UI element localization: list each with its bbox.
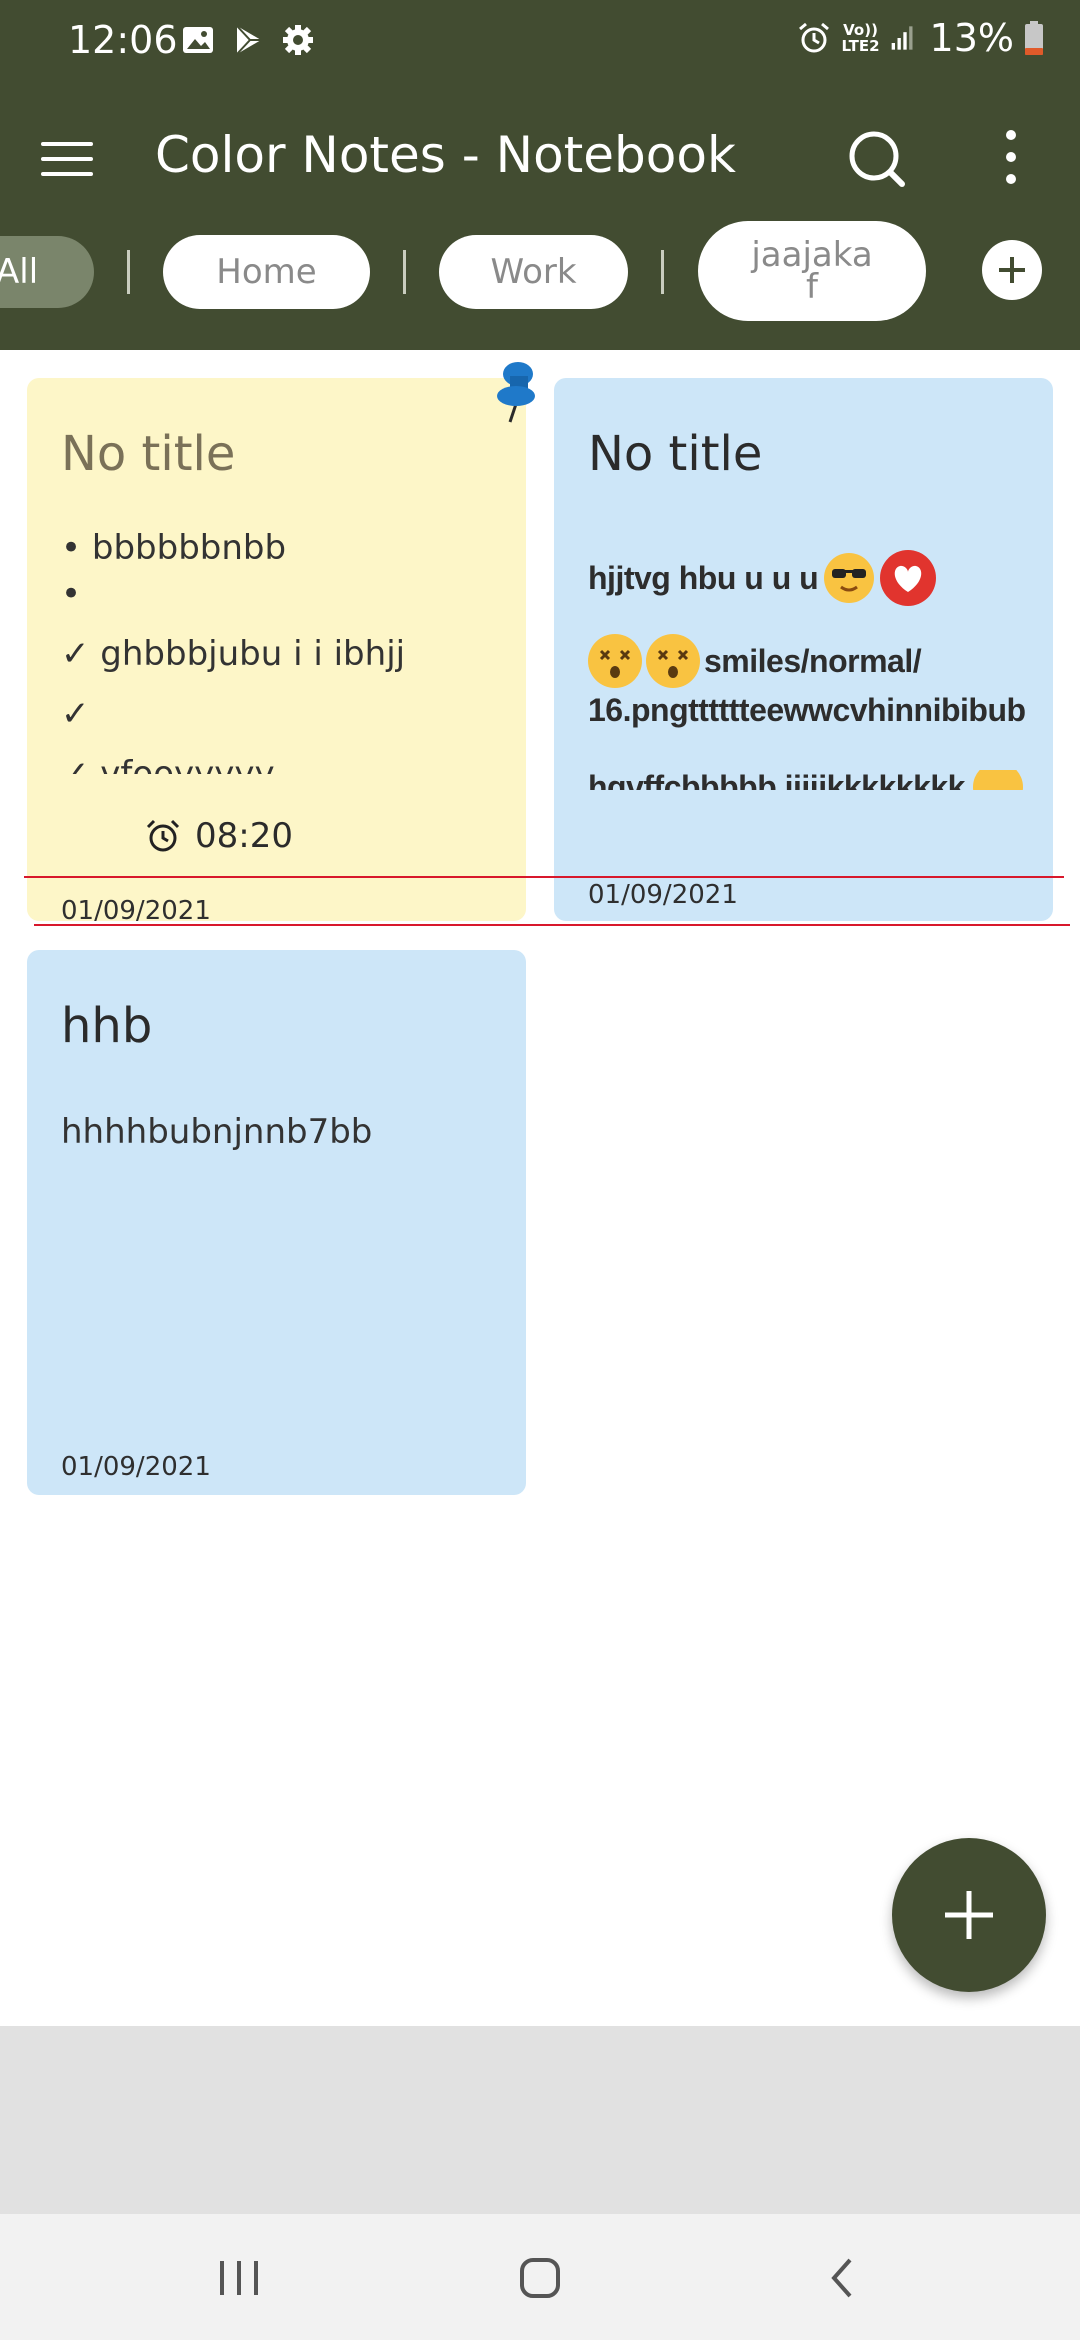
note-title: No title xyxy=(588,426,763,482)
note-card[interactable]: No title hjjtvg hbu u u u smiles/normal/… xyxy=(554,378,1053,921)
tab-work[interactable]: Work xyxy=(439,235,628,309)
note-date: 01/09/2021 xyxy=(61,1452,211,1482)
tab-all[interactable]: All xyxy=(0,236,94,308)
recent-apps-icon[interactable] xyxy=(217,2256,261,2300)
play-store-icon xyxy=(236,25,261,55)
note-line: ✓ ghbbbjubu i i ibhjj xyxy=(61,634,406,674)
add-note-button[interactable] xyxy=(892,1838,1046,1992)
search-icon[interactable] xyxy=(842,124,912,194)
volte-label: Vo)) xyxy=(843,21,878,39)
smile-emoji-icon xyxy=(972,770,1023,790)
tab-home[interactable]: Home xyxy=(163,235,370,309)
note-line: smiles/normal/ xyxy=(704,642,922,679)
reminder-time: 08:20 xyxy=(195,816,293,856)
tab-divider xyxy=(403,250,406,294)
lte-label: LTE2 xyxy=(841,37,880,55)
tab-jaajaka[interactable]: jaajaka f xyxy=(698,221,926,321)
tab-jaajaka-label: jaajaka f xyxy=(751,235,873,307)
note-line: 16.pngtttttteewwcvhinnibibub xyxy=(588,692,1026,728)
add-icon xyxy=(999,257,1025,283)
settings-gear-icon xyxy=(283,25,313,55)
battery-percent: 13% xyxy=(929,16,1014,60)
more-vert-icon[interactable] xyxy=(994,128,1028,194)
add-category-button[interactable] xyxy=(982,240,1042,300)
page-title: Color Notes - Notebook xyxy=(155,126,736,184)
alarm-clock-icon xyxy=(146,819,180,852)
tab-divider xyxy=(127,250,130,294)
note-title: hhb xyxy=(61,998,153,1054)
note-line-row: hjjtvg hbu u u u xyxy=(588,550,937,606)
note-line: • bbbbbbnbb xyxy=(61,528,287,568)
sunglasses-emoji-icon xyxy=(824,553,875,603)
note-line: • xyxy=(61,574,82,614)
app-bar: Color Notes - Notebook xyxy=(0,84,1080,350)
note-card[interactable]: hhb hhhhbubnjnnb7bb 01/09/2021 xyxy=(27,950,526,1495)
note-line-row: smiles/normal/ xyxy=(588,634,922,688)
note-line: hhhhbubnjnnb7bb xyxy=(61,1112,373,1152)
note-line: hjjtvg hbu u u u xyxy=(588,559,819,596)
dizzy-face-emoji-icon xyxy=(588,634,642,688)
heart-emoji-icon xyxy=(880,550,937,606)
note-date: 01/09/2021 xyxy=(61,896,211,921)
pin-icon xyxy=(497,362,535,423)
add-icon xyxy=(945,1891,993,1939)
back-icon[interactable] xyxy=(822,2256,866,2300)
battery-icon xyxy=(1025,21,1043,55)
home-icon[interactable] xyxy=(518,2256,562,2300)
status-time: 12:06 xyxy=(68,18,178,62)
note-line-row-inner: hgvffcbbbbb iiiijkkkkkkkk xyxy=(588,770,1023,790)
note-line: ✓ xyxy=(61,694,90,734)
note-reminder: 08:20 xyxy=(145,816,293,856)
note-line-row: hgvffcbbbbb iiiijkkkkkkkk xyxy=(554,770,1053,790)
status-bar: 12:06 Vo)) LTE2 13% xyxy=(0,0,1080,84)
note-line: ✓ vfooyyyyy xyxy=(61,754,275,774)
system-nav-bar xyxy=(0,2214,1080,2340)
divider-line xyxy=(34,924,1070,926)
note-card[interactable]: No title • bbbbbbnbb • ✓ ghbbbjubu i i i… xyxy=(27,378,526,921)
note-line: hgvffcbbbbb iiiijkkkkkkkk xyxy=(588,770,965,790)
network-label: Vo)) LTE2 xyxy=(842,22,880,54)
note-title: No title xyxy=(61,426,236,482)
signal-icon xyxy=(891,26,913,50)
hamburger-menu-icon[interactable] xyxy=(36,128,98,190)
note-date: 01/09/2021 xyxy=(588,880,738,910)
dizzy-face-emoji-icon xyxy=(646,634,700,688)
divider-line xyxy=(24,876,1064,878)
alarm-icon xyxy=(798,22,829,53)
gallery-icon xyxy=(183,27,213,53)
bottom-spacer xyxy=(0,2026,1080,2214)
tab-divider xyxy=(661,250,664,294)
